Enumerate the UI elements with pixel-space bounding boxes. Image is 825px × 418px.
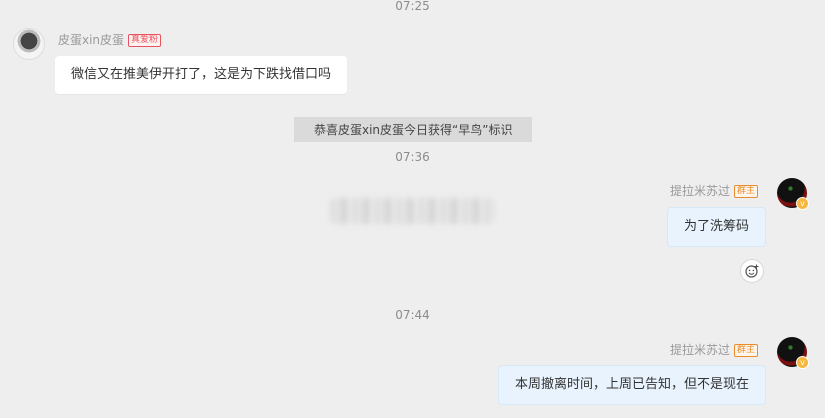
message-bubble[interactable]: 微信又在推美伊开打了，这是为下跌找借口吗 [55, 56, 348, 94]
owner-badge: 群主 [733, 185, 758, 198]
sender-name[interactable]: 提拉米苏过 [670, 184, 730, 198]
system-notice: 恭喜皮蛋xin皮蛋今日获得“早鸟”标识 [294, 117, 533, 142]
sender-avatar[interactable] [13, 28, 45, 60]
verified-v-icon: v [796, 197, 809, 210]
timestamp: 07:44 [395, 308, 430, 322]
sender-name-row: 提拉米苏过 群主 [670, 182, 758, 199]
smile-add-icon[interactable] [740, 259, 764, 283]
timestamp: 07:36 [395, 150, 430, 164]
sender-name[interactable]: 提拉米苏过 [670, 343, 730, 357]
sender-name[interactable]: 皮蛋xin皮蛋 [58, 33, 124, 47]
blurred-watermark [330, 198, 495, 224]
message-bubble[interactable]: 本周撤离时间，上周已告知，但不是现在 [497, 365, 766, 405]
message-bubble[interactable]: 为了洗筹码 [666, 207, 766, 247]
timestamp: 07:25 [395, 0, 430, 13]
sender-name-row: 皮蛋xin皮蛋 真爱粉 [58, 31, 162, 48]
sender-name-row: 提拉米苏过 群主 [670, 341, 758, 358]
fan-badge: 真爱粉 [128, 34, 162, 47]
verified-v-icon: v [796, 356, 809, 369]
owner-badge: 群主 [733, 344, 758, 357]
